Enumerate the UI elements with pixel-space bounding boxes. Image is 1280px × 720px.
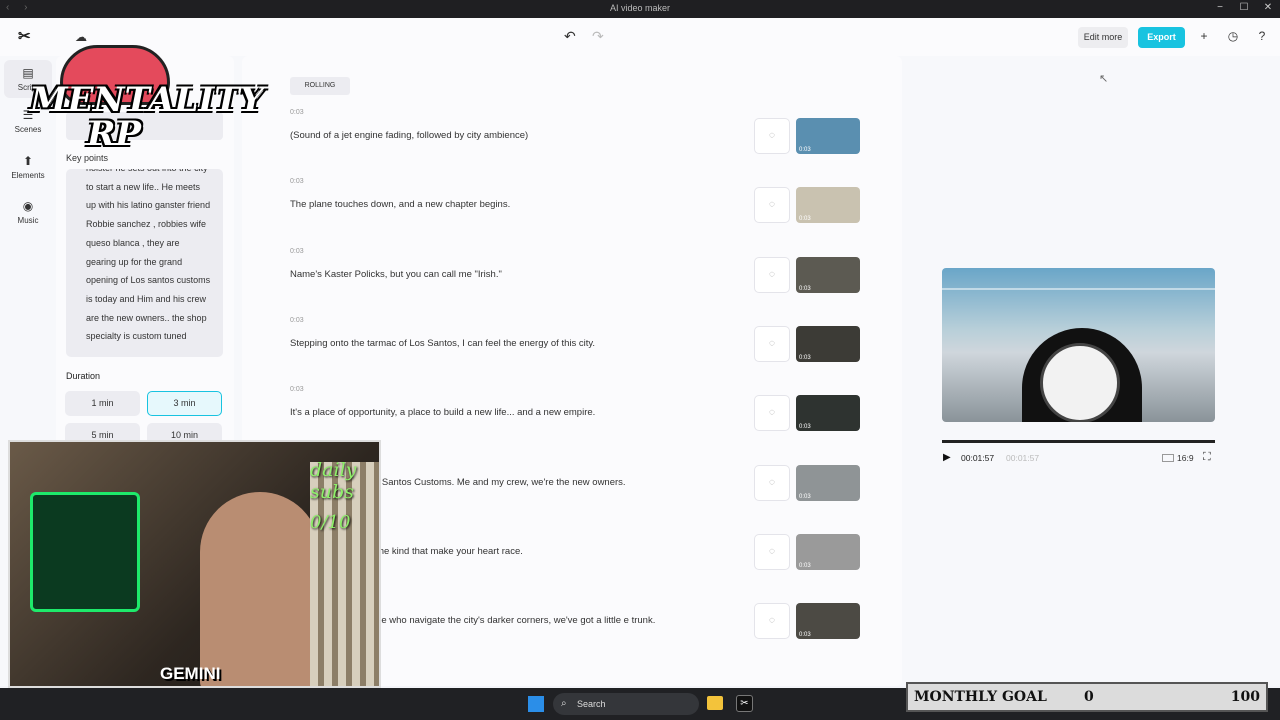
fullscreen-icon[interactable]: ⛶ bbox=[1203, 451, 1211, 464]
scene-thumbnail[interactable]: 0:03 bbox=[796, 533, 860, 570]
duration-option-1min[interactable]: 1 min bbox=[65, 391, 140, 416]
scene-text[interactable]: It's a place of opportunity, a place to … bbox=[290, 406, 730, 419]
play-icon[interactable]: ▶ bbox=[943, 452, 951, 463]
playback-progress-bar[interactable] bbox=[942, 440, 1215, 443]
aspect-ratio-icon bbox=[1162, 454, 1174, 462]
scene-text[interactable]: Name's Kaster Policks, but you can call … bbox=[290, 268, 730, 281]
webcam-overlay: daily subs 0/10 GEMINI bbox=[8, 440, 381, 688]
daily-subs-label: daily subs bbox=[310, 459, 357, 503]
generate-media-icon[interactable]: ◌ bbox=[754, 118, 790, 154]
brand-text: MENTALITY RP bbox=[30, 80, 264, 154]
monthly-goal-target: 100 bbox=[1230, 689, 1260, 705]
taskbar-search-placeholder: Search bbox=[577, 699, 606, 709]
duration-option-3min[interactable]: 3 min bbox=[147, 391, 222, 416]
minimize-icon[interactable]: − bbox=[1208, 0, 1232, 18]
undo-icon[interactable]: ↶ bbox=[564, 28, 576, 45]
nav-item-music[interactable]: ◉ Music bbox=[4, 199, 52, 225]
scene-text[interactable]: The plane touches down, and a new chapte… bbox=[290, 198, 730, 211]
key-points-textarea[interactable]: hoister he sets out into the city to sta… bbox=[66, 169, 223, 357]
total-time: 00:01:57 bbox=[1006, 453, 1040, 463]
scene-thumbnail-duration: 0:03 bbox=[799, 354, 811, 361]
music-icon: ◉ bbox=[22, 199, 34, 213]
scene-row[interactable]: 0:03 It's a place of opportunity, a place… bbox=[290, 386, 860, 446]
nav-label-music: Music bbox=[17, 216, 39, 225]
edit-more-button[interactable]: Edit more bbox=[1078, 27, 1128, 48]
generate-media-icon[interactable]: ◌ bbox=[754, 187, 790, 224]
video-preview[interactable] bbox=[942, 268, 1215, 422]
maximize-icon[interactable]: ☐ bbox=[1232, 0, 1256, 18]
window-titlebar: ‹ › AI video maker − ☐ ✕ bbox=[0, 0, 1280, 18]
monthly-goal-widget: MONTHLY GOAL 0 100 bbox=[906, 682, 1268, 712]
generate-media-icon[interactable]: ◌ bbox=[754, 464, 790, 501]
style-tag[interactable]: ROLLING bbox=[290, 77, 350, 95]
taskbar-search[interactable]: ⌕ Search bbox=[553, 693, 699, 715]
windows-start-icon[interactable] bbox=[528, 696, 544, 712]
current-time: 00:01:57 bbox=[961, 453, 995, 463]
search-icon: ⌕ bbox=[561, 698, 567, 709]
generate-media-icon[interactable]: ◌ bbox=[754, 325, 790, 362]
scene-row[interactable]: 0:03 Stepping onto the tarmac of Los Sant… bbox=[290, 317, 860, 377]
scene-row[interactable]: 0:03 (Sound of a jet engine fading, follo… bbox=[290, 109, 860, 169]
aspect-ratio-selector[interactable]: 16:9 bbox=[1162, 453, 1194, 463]
scene-thumbnail-duration: 0:03 bbox=[799, 493, 811, 500]
scene-thumbnail[interactable]: 0:03 bbox=[796, 187, 860, 224]
redo-icon[interactable]: ↷ bbox=[592, 28, 604, 45]
nav-label-elements: Elements bbox=[11, 171, 45, 180]
mouse-cursor-icon: ↖ bbox=[1099, 73, 1109, 85]
scene-time: 0:03 bbox=[290, 178, 304, 186]
speedometer-dial bbox=[1040, 343, 1120, 422]
help-icon[interactable]: ? bbox=[1255, 29, 1269, 43]
scene-time: 0:03 bbox=[290, 316, 304, 324]
history-icon[interactable]: ◷ bbox=[1226, 29, 1240, 43]
scene-thumbnail[interactable]: 0:03 bbox=[796, 325, 860, 362]
gaming-pc bbox=[30, 492, 140, 612]
close-icon[interactable]: ✕ bbox=[1256, 0, 1280, 18]
generate-media-icon[interactable]: ◌ bbox=[754, 603, 790, 640]
scene-thumbnail[interactable]: 0:03 bbox=[796, 603, 860, 640]
scene-time: 0:03 bbox=[290, 247, 304, 255]
aspect-ratio-label: 16:9 bbox=[1177, 453, 1194, 463]
duration-label: Duration bbox=[66, 371, 101, 381]
generate-media-icon[interactable]: ◌ bbox=[754, 256, 790, 293]
scene-thumbnail[interactable]: 0:03 bbox=[796, 118, 860, 154]
export-button[interactable]: Export bbox=[1138, 27, 1185, 48]
scene-thumbnail[interactable]: 0:03 bbox=[796, 395, 860, 432]
file-explorer-icon[interactable] bbox=[707, 696, 723, 710]
speed-streak bbox=[942, 288, 1215, 290]
scene-thumbnail[interactable]: 0:03 bbox=[796, 256, 860, 293]
scene-text[interactable]: (Sound of a jet engine fading, followed … bbox=[290, 129, 730, 142]
scene-text[interactable]: Stepping onto the tarmac of Los Santos, … bbox=[290, 337, 730, 350]
window-title: AI video maker bbox=[609, 3, 671, 13]
generate-media-icon[interactable]: ◌ bbox=[754, 533, 790, 570]
streamer bbox=[200, 492, 320, 686]
brand-logo-overlay: MENTALITY RP bbox=[30, 45, 264, 163]
daily-subs-count: 0/10 bbox=[310, 512, 351, 533]
scene-row[interactable]: 0:03 The plane touches down, and a new ch… bbox=[290, 178, 860, 238]
scene-time: 0:03 bbox=[290, 386, 304, 394]
monthly-goal-current: 0 bbox=[1084, 689, 1094, 705]
scene-row[interactable]: 0:03 Name's Kaster Policks, but you can c… bbox=[290, 248, 860, 308]
scene-thumbnail-duration: 0:03 bbox=[799, 147, 811, 153]
generate-media-icon[interactable]: ◌ bbox=[754, 395, 790, 432]
add-icon[interactable]: + bbox=[1197, 29, 1211, 43]
key-points-text: hoister he sets out into the city to sta… bbox=[86, 169, 211, 342]
capcut-logo-icon[interactable]: ✂ bbox=[18, 29, 36, 45]
capcut-taskbar-icon[interactable]: ✂ bbox=[736, 695, 753, 712]
cloud-icon[interactable]: ☁ bbox=[75, 30, 87, 44]
scene-thumbnail-duration: 0:03 bbox=[799, 632, 811, 639]
scene-thumbnail-duration: 0:03 bbox=[799, 424, 811, 431]
scene-thumbnail[interactable]: 0:03 bbox=[796, 464, 860, 501]
monthly-goal-label: MONTHLY GOAL bbox=[914, 689, 1047, 705]
window-controls: − ☐ ✕ bbox=[1208, 0, 1280, 18]
streamer-tag: GEMINI bbox=[160, 664, 221, 683]
scene-thumbnail-duration: 0:03 bbox=[799, 562, 811, 569]
scene-thumbnail-duration: 0:03 bbox=[799, 285, 811, 292]
scene-thumbnail-duration: 0:03 bbox=[799, 216, 811, 223]
scene-time: 0:03 bbox=[290, 109, 304, 116]
